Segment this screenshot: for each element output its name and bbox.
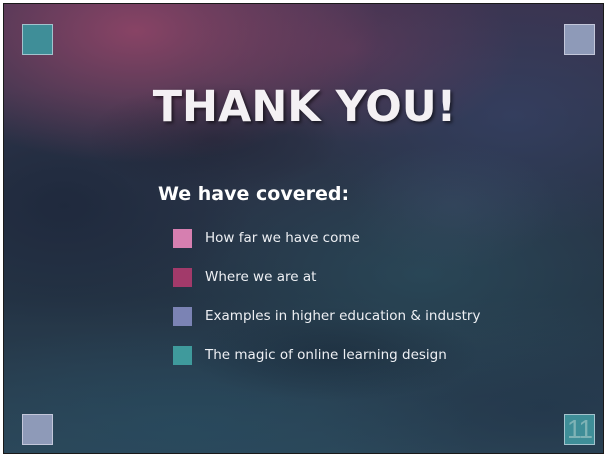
page-number: 11 [567,414,593,444]
corner-square-top-right [564,24,595,55]
bullet-square-icon [173,267,192,287]
bullet-square-icon [173,228,192,248]
corner-square-bottom-left [22,414,53,445]
slide-subtitle: We have covered: [158,183,350,205]
slide-title: THANK YOU! [152,82,457,132]
bullet-item: The magic of online learning design [173,345,480,365]
corner-square-top-left [22,24,53,55]
bullet-label: The magic of online learning design [205,347,447,363]
bullet-item: Where we are at [173,267,480,287]
bullet-square-icon [173,345,192,365]
bullet-label: How far we have come [205,230,360,246]
bullet-square-icon [173,306,192,326]
bullet-label: Examples in higher education & industry [205,308,481,324]
bullet-label: Where we are at [205,269,317,285]
bullet-item: How far we have come [173,228,480,248]
bullet-item: Examples in higher education & industry [173,306,480,326]
bullet-list: How far we have come Where we are at Exa… [173,228,480,384]
slide: 11 THANK YOU! We have covered: How far w… [3,3,604,454]
